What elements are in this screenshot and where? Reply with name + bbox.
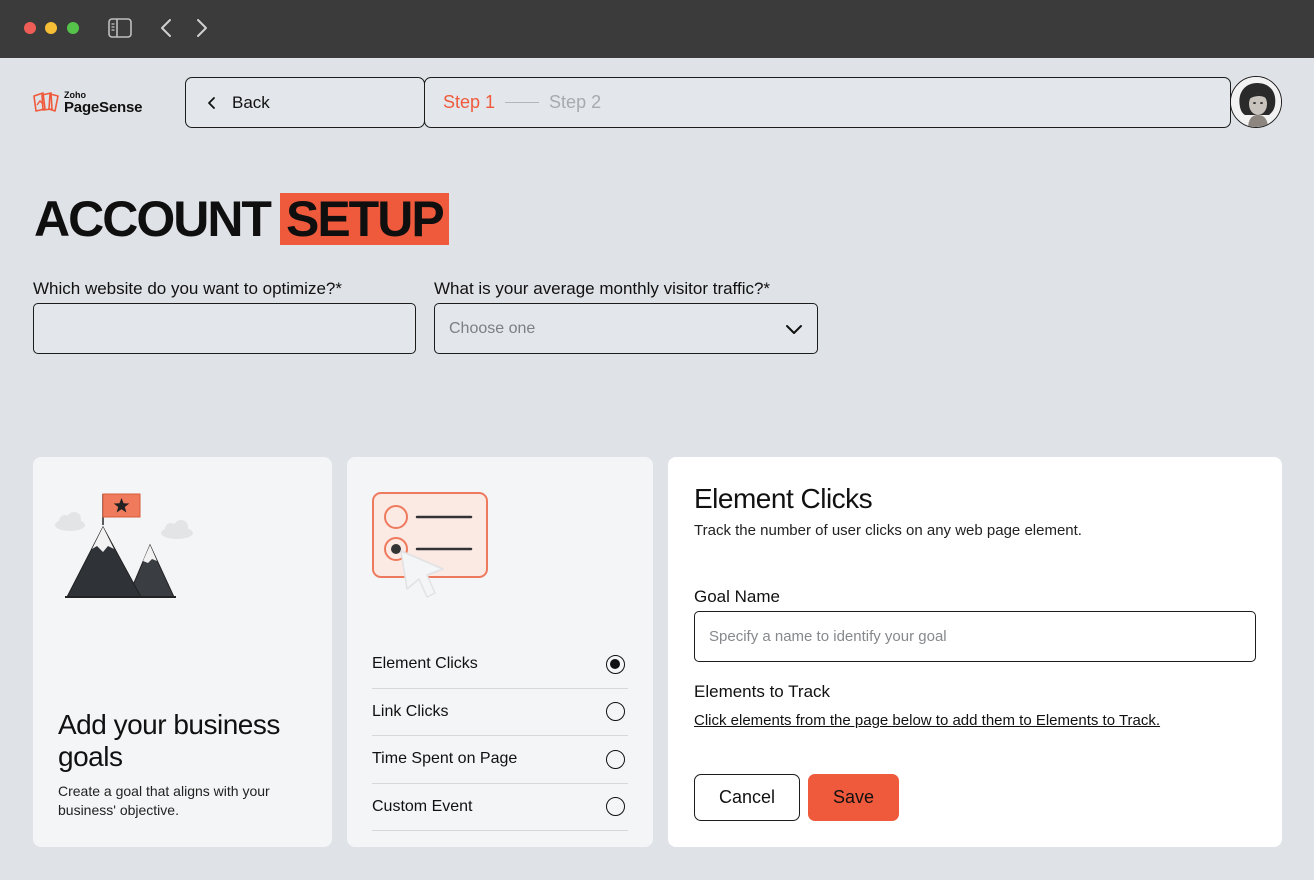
element-clicks-description: Track the number of user clicks on any w… <box>694 522 1082 539</box>
zoom-window-button[interactable] <box>67 22 79 34</box>
goal-type-time-spent[interactable]: Time Spent on Page <box>372 736 628 784</box>
close-window-button[interactable] <box>24 22 36 34</box>
website-field-label: Which website do you want to optimize?* <box>33 279 342 298</box>
page-title: ACCOUNT SETUP <box>34 190 449 248</box>
element-clicks-title: Element Clicks <box>694 483 873 514</box>
traffic-select[interactable]: Choose one <box>434 303 818 354</box>
chevron-left-icon[interactable] <box>158 17 174 39</box>
goal-type-card: Element Clicks Link Clicks Time Spent on… <box>347 457 653 847</box>
goal-type-label: Custom Event <box>372 797 473 815</box>
elements-to-track-label: Elements to Track <box>694 682 831 701</box>
checklist-cursor-illustration <box>372 492 488 598</box>
user-avatar[interactable] <box>1230 76 1282 128</box>
pagesense-logo-icon <box>33 92 59 112</box>
window-titlebar <box>0 0 1314 58</box>
goal-type-label: Time Spent on Page <box>372 750 518 768</box>
chevron-down-icon <box>786 325 802 334</box>
traffic-field-label: What is your average monthly visitor tra… <box>434 279 771 298</box>
goal-type-custom-event[interactable]: Custom Event <box>372 784 628 831</box>
step-connector <box>505 102 540 103</box>
goal-name-input[interactable] <box>694 611 1256 662</box>
goal-type-link-clicks[interactable]: Link Clicks <box>372 689 628 736</box>
goal-type-list: Element Clicks Link Clicks Time Spent on… <box>372 641 628 831</box>
back-button[interactable]: Back <box>185 77 425 128</box>
goal-name-label: Goal Name <box>694 587 780 606</box>
logo-product-text: PageSense <box>64 99 143 116</box>
website-input[interactable] <box>33 303 416 354</box>
goals-intro-card: Add your business goals Create a goal th… <box>33 457 332 847</box>
radio-button[interactable] <box>606 749 625 769</box>
goals-subtext: Create a goal that aligns with your busi… <box>58 783 270 818</box>
page-title-text: ACCOUNT <box>34 191 272 247</box>
goal-type-label: Element Clicks <box>372 655 478 673</box>
step-2-label[interactable]: Step 2 <box>549 92 601 113</box>
radio-button[interactable] <box>606 702 625 722</box>
minimize-window-button[interactable] <box>45 22 57 34</box>
mountain-flag-illustration <box>55 493 193 598</box>
back-button-label: Back <box>232 92 270 112</box>
cancel-button[interactable]: Cancel <box>694 774 800 821</box>
step-indicator: Step 1 Step 2 <box>424 77 1231 128</box>
goals-heading: Add your business goals <box>58 709 280 772</box>
app-logo: Zoho PageSense <box>32 88 150 120</box>
radio-button-selected[interactable] <box>606 654 625 674</box>
goal-type-label: Link Clicks <box>372 702 449 720</box>
user-portrait-icon <box>1231 77 1281 127</box>
traffic-select-value: Choose one <box>449 319 536 337</box>
chevron-right-icon[interactable] <box>194 17 210 39</box>
step-1-label[interactable]: Step 1 <box>443 92 495 113</box>
goal-type-element-clicks[interactable]: Element Clicks <box>372 641 628 689</box>
radio-button[interactable] <box>606 797 625 817</box>
sidebar-toggle-icon[interactable] <box>108 18 132 38</box>
element-clicks-card: Element Clicks Track the number of user … <box>668 457 1282 847</box>
page-title-highlight: SETUP <box>279 193 449 245</box>
elements-to-track-link[interactable]: Click elements from the page below to ad… <box>694 712 1160 729</box>
save-button[interactable]: Save <box>808 774 899 821</box>
chevron-left-icon <box>208 96 215 109</box>
